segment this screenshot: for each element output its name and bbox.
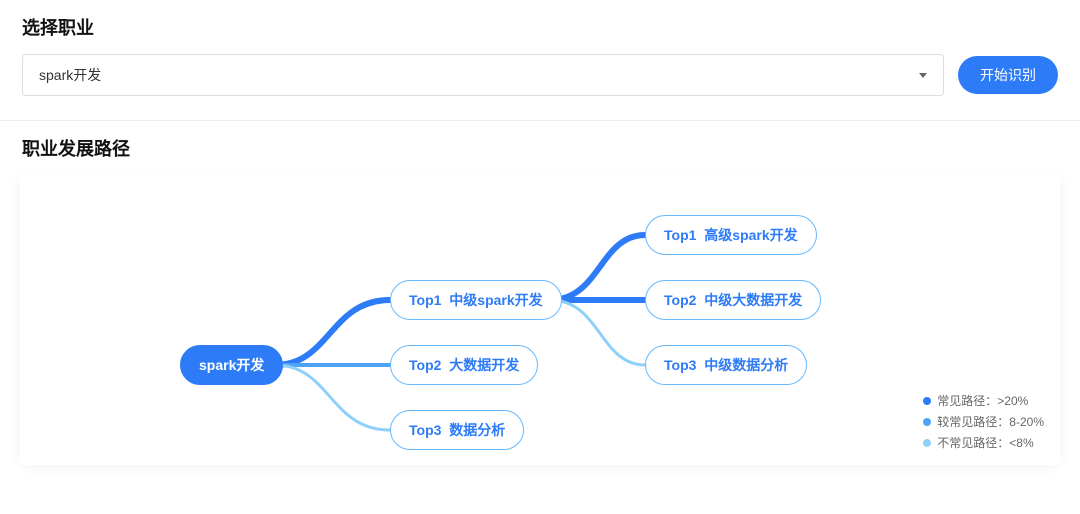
diagram-connectors [20, 175, 1060, 465]
legend-dot-uncommon [923, 439, 931, 447]
node-l2-top1[interactable]: Top1 高级spark开发 [645, 215, 817, 255]
node-l1-top2-label: 大数据开发 [449, 357, 519, 373]
node-l1-top2[interactable]: Top2 大数据开发 [390, 345, 538, 385]
legend-dot-common [923, 397, 931, 405]
node-l1-top2-rank: Top2 [409, 357, 441, 373]
start-recognize-button[interactable]: 开始识别 [958, 56, 1058, 94]
node-root-label: spark开发 [199, 357, 264, 373]
legend-text-common: 常见路径：>20% [937, 392, 1028, 409]
node-l2-top2-rank: Top2 [664, 292, 696, 308]
node-root[interactable]: spark开发 [180, 345, 283, 385]
career-path-diagram: spark开发 Top1 中级spark开发 Top2 大数据开发 Top3 数… [20, 175, 1060, 465]
node-l1-top3-label: 数据分析 [449, 422, 505, 438]
career-select-value: spark开发 [39, 65, 101, 85]
node-l2-top3-rank: Top3 [664, 357, 696, 373]
node-l1-top1-rank: Top1 [409, 292, 441, 308]
select-section-title: 选择职业 [22, 14, 1080, 40]
legend-text-medium: 较常见路径：8-20% [937, 413, 1044, 430]
node-l2-top1-label: 高级spark开发 [704, 227, 797, 243]
node-l2-top3[interactable]: Top3 中级数据分析 [645, 345, 807, 385]
node-l2-top3-label: 中级数据分析 [704, 357, 788, 373]
legend-dot-medium [923, 418, 931, 426]
chevron-down-icon [919, 73, 927, 78]
node-l1-top3[interactable]: Top3 数据分析 [390, 410, 524, 450]
node-l2-top2[interactable]: Top2 中级大数据开发 [645, 280, 821, 320]
legend-text-uncommon: 不常见路径：<8% [937, 434, 1033, 451]
node-l1-top1[interactable]: Top1 中级spark开发 [390, 280, 562, 320]
node-l2-top1-rank: Top1 [664, 227, 696, 243]
node-l1-top3-rank: Top3 [409, 422, 441, 438]
legend: 常见路径：>20% 较常见路径：8-20% 不常见路径：<8% [923, 392, 1044, 455]
node-l2-top2-label: 中级大数据开发 [704, 292, 802, 308]
legend-item-uncommon: 不常见路径：<8% [923, 434, 1044, 451]
select-row: spark开发 开始识别 [0, 54, 1080, 96]
node-l1-top1-label: 中级spark开发 [449, 292, 542, 308]
legend-item-medium: 较常见路径：8-20% [923, 413, 1044, 430]
divider [0, 120, 1080, 121]
career-select[interactable]: spark开发 [22, 54, 944, 96]
path-section-title: 职业发展路径 [22, 135, 1080, 161]
legend-item-common: 常见路径：>20% [923, 392, 1044, 409]
